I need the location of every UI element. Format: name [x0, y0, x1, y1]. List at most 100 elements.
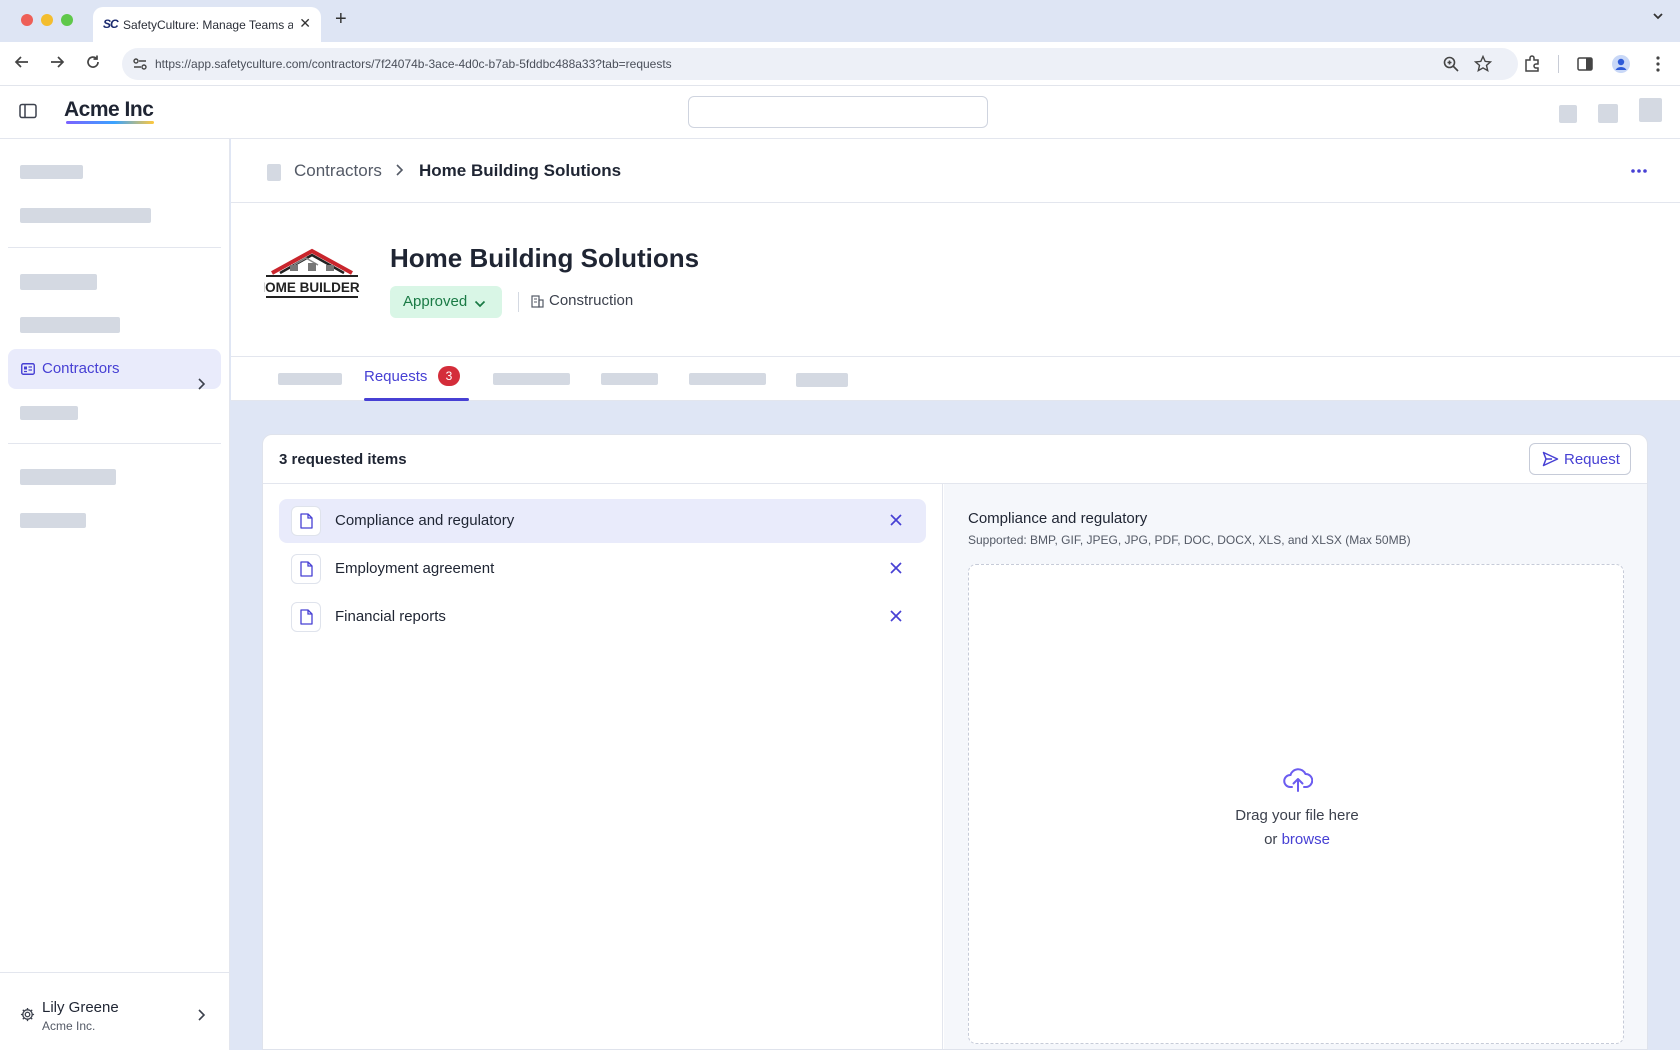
industry-label: Construction: [549, 292, 634, 309]
tab-placeholder[interactable]: [689, 373, 766, 385]
header-placeholder-avatar[interactable]: [1639, 98, 1662, 122]
requested-items-count: 3 requested items: [279, 451, 407, 468]
header-placeholder-icon[interactable]: [1598, 104, 1618, 123]
document-icon: [291, 602, 321, 632]
list-item[interactable]: Compliance and regulatory: [279, 499, 926, 543]
brand-logo[interactable]: Acme Inc: [64, 98, 154, 122]
sidebar-item-contractors[interactable]: Contractors: [8, 349, 221, 389]
zoom-icon[interactable]: [1442, 55, 1460, 73]
requests-card-header: 3 requested items Request: [263, 435, 1647, 484]
list-item-label: Financial reports: [335, 608, 446, 625]
address-bar[interactable]: https://app.safetyculture.com/contractor…: [122, 48, 1518, 80]
sidebar-skeleton-item[interactable]: [20, 406, 78, 420]
tab-search-chevron-icon[interactable]: [1652, 10, 1664, 25]
status-dropdown[interactable]: Approved: [390, 286, 502, 318]
sidebar-skeleton-item[interactable]: [20, 317, 120, 333]
site-settings-icon[interactable]: [132, 56, 148, 77]
breadcrumb-contractors-link[interactable]: Contractors: [294, 161, 382, 181]
user-organization: Acme Inc.: [42, 1019, 96, 1033]
info-divider: [518, 292, 519, 312]
url-text: https://app.safetyculture.com/contractor…: [155, 57, 672, 71]
sidebar-divider: [8, 247, 221, 248]
building-icon: [531, 295, 544, 313]
chevron-down-icon: [474, 296, 486, 314]
browse-line: or browse: [969, 831, 1625, 848]
contractor-tabs: Requests 3: [231, 356, 1680, 401]
sidebar-item-label: Contractors: [42, 360, 120, 377]
browse-link[interactable]: browse: [1282, 831, 1330, 848]
contractor-logo: HOME BUILDERS: [255, 245, 369, 301]
side-panel-icon[interactable]: [1575, 54, 1595, 74]
window-close-button[interactable]: [21, 14, 33, 26]
user-menu[interactable]: Lily Greene Acme Inc.: [0, 972, 230, 1050]
document-icon: [291, 506, 321, 536]
browser-menu-icon[interactable]: [1648, 54, 1668, 74]
tab-placeholder[interactable]: [601, 373, 658, 385]
active-tab-indicator: [364, 398, 469, 401]
app-header: Acme Inc: [0, 86, 1680, 139]
supported-formats-text: Supported: BMP, GIF, JPEG, JPG, PDF, DOC…: [968, 533, 1411, 547]
tab-requests[interactable]: Requests: [364, 368, 427, 385]
requests-card: 3 requested items Request Compliance and…: [262, 434, 1648, 1050]
requested-items-list: Compliance and regulatory Employment agr…: [263, 484, 943, 1049]
remove-x-icon[interactable]: [889, 561, 903, 580]
tab-close-icon[interactable]: ✕: [299, 15, 311, 32]
sidebar-skeleton-item[interactable]: [20, 513, 86, 528]
send-icon: [1542, 451, 1559, 472]
list-item-label: Employment agreement: [335, 560, 495, 577]
back-arrow-icon[interactable]: [10, 52, 34, 76]
brand-underline: [66, 121, 154, 124]
profile-avatar-icon[interactable]: [1611, 54, 1631, 74]
breadcrumb: Contractors Home Building Solutions: [231, 139, 1680, 203]
chevron-right-icon: [394, 163, 404, 182]
file-dropzone[interactable]: Drag your file here or browse: [968, 564, 1624, 1044]
or-text: or: [1264, 831, 1278, 848]
sidebar: Contractors Lily Greene Acme Inc.: [0, 139, 230, 1050]
user-name: Lily Greene: [42, 999, 119, 1016]
breadcrumb-current: Home Building Solutions: [419, 161, 622, 180]
request-button-label: Request: [1564, 451, 1620, 468]
detail-title: Compliance and regulatory: [968, 510, 1148, 527]
browser-tab-bar: SC SafetyCulture: Manage Teams and... ✕ …: [0, 0, 1680, 42]
new-tab-icon[interactable]: +: [335, 8, 347, 31]
requests-count-badge: 3: [438, 366, 460, 386]
browser-tab-title: SafetyCulture: Manage Teams and...: [123, 18, 293, 32]
document-icon: [291, 554, 321, 584]
list-item[interactable]: Employment agreement: [279, 547, 926, 591]
window-maximize-button[interactable]: [61, 14, 73, 26]
contractor-card-icon: [21, 362, 35, 380]
extensions-puzzle-icon[interactable]: [1522, 54, 1542, 74]
forward-arrow-icon[interactable]: [45, 52, 69, 76]
request-detail-panel: Compliance and regulatory Supported: BMP…: [944, 484, 1647, 1049]
cloud-upload-icon: [1283, 767, 1314, 798]
logo-wordmark: HOME BUILDERS: [264, 280, 360, 295]
tab-placeholder[interactable]: [493, 373, 570, 385]
safetyculture-favicon-icon: SC: [103, 17, 119, 31]
sidebar-divider: [8, 443, 221, 444]
list-item[interactable]: Financial reports: [279, 595, 926, 639]
drop-instructions: Drag your file here: [1235, 807, 1359, 824]
sidebar-skeleton-item[interactable]: [20, 208, 151, 223]
sidebar-skeleton-item[interactable]: [20, 274, 97, 290]
status-label: Approved: [403, 293, 468, 310]
reload-icon[interactable]: [81, 52, 105, 76]
request-button[interactable]: Request: [1529, 443, 1631, 475]
chevron-right-icon[interactable]: [196, 377, 206, 396]
tab-placeholder[interactable]: [796, 373, 848, 387]
chevron-right-icon: [196, 1008, 206, 1027]
sidebar-skeleton-item[interactable]: [20, 469, 116, 485]
tab-placeholder[interactable]: [278, 373, 342, 385]
header-placeholder-icon[interactable]: [1559, 105, 1577, 123]
contractor-name: Home Building Solutions: [390, 243, 700, 273]
browser-toolbar: https://app.safetyculture.com/contractor…: [0, 42, 1680, 86]
sidebar-skeleton-item[interactable]: [20, 165, 83, 179]
remove-x-icon[interactable]: [889, 513, 903, 532]
breadcrumb-placeholder-icon: [267, 164, 281, 181]
browser-tab[interactable]: SC SafetyCulture: Manage Teams and... ✕: [93, 7, 321, 42]
global-search-input[interactable]: [688, 96, 988, 128]
remove-x-icon[interactable]: [889, 609, 903, 628]
bookmark-star-icon[interactable]: [1473, 54, 1493, 73]
sidebar-toggle-icon[interactable]: [19, 103, 37, 124]
window-minimize-button[interactable]: [41, 14, 53, 26]
more-options-icon[interactable]: [1630, 157, 1648, 180]
